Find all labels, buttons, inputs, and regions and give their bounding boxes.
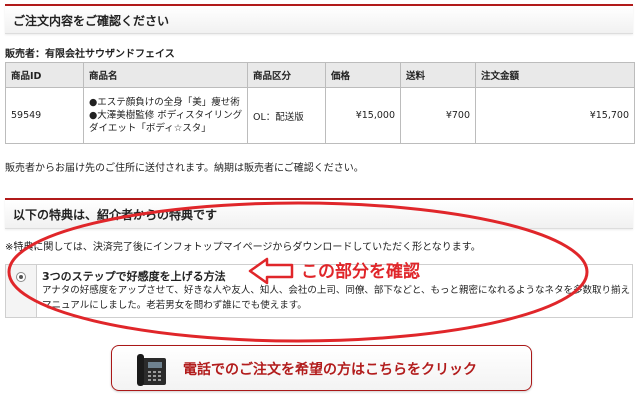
phone-order-label: 電話でのご注文を希望の方はこちらをクリック <box>183 362 477 378</box>
annotation-text: この部分を確認 <box>301 262 420 282</box>
telephone-icon <box>137 354 166 386</box>
annotation-arrow-icon <box>248 257 294 285</box>
annotation-overlay <box>7 201 589 343</box>
phone-order-button[interactable]: 電話でのご注文を希望の方はこちらをクリック <box>111 345 532 391</box>
annotation-ellipse <box>7 201 589 343</box>
